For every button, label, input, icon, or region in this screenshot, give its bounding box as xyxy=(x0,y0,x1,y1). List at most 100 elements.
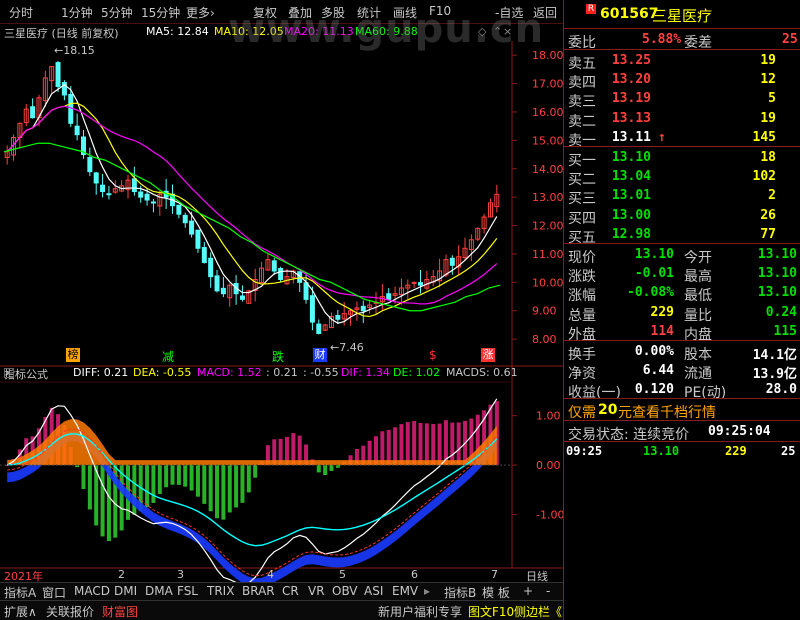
macd-bar xyxy=(316,465,321,473)
bid-price: 13.01 xyxy=(611,188,651,204)
candle-body xyxy=(449,257,455,266)
tick-time: 09:25 xyxy=(566,444,603,458)
macd-bar xyxy=(145,465,150,508)
macd-bar xyxy=(215,465,220,519)
macd-bar xyxy=(189,465,194,491)
candle-body xyxy=(87,157,93,173)
tab-brar[interactable]: BRAR xyxy=(242,584,275,598)
macd-bar xyxy=(81,465,86,490)
bid-row: 买二 13.04 102 xyxy=(564,167,800,188)
chart-area[interactable]: 18.00 17.00 16.00 15.00 14.00 13.00 12.00 11.00… xyxy=(0,24,563,582)
candle-body xyxy=(418,282,424,286)
candle-body xyxy=(271,260,277,272)
quote-value: 114 xyxy=(650,323,674,339)
dif-label: DIF: 1.34 xyxy=(341,366,390,379)
quote-row: 总量 229 量比 0.24 xyxy=(564,303,800,324)
tab-asi[interactable]: ASI xyxy=(364,584,383,598)
macd-bar xyxy=(412,420,417,466)
v2-label: : -0.55 xyxy=(303,366,339,379)
time-axis: 2021年 2 3 4 5 6 7 日线 xyxy=(0,568,563,583)
add-tab-button[interactable]: + xyxy=(523,584,533,598)
tabs-scroll-icon[interactable]: ▸ xyxy=(424,584,430,598)
tab-template[interactable]: 模 板 xyxy=(482,584,510,601)
stock-header: R 601567 三星医疗 xyxy=(564,4,800,28)
tab-fsl[interactable]: FSL xyxy=(177,584,198,598)
tab-trix[interactable]: TRIX xyxy=(207,584,234,598)
bid-volume: 102 xyxy=(752,169,776,185)
macd-label: MACD: 1.52 xyxy=(197,366,262,379)
wealth-chart-button[interactable]: 财富图 xyxy=(102,603,138,620)
tab-indicator-a[interactable]: 指标A xyxy=(4,584,36,601)
quote-value: 229 xyxy=(650,304,674,320)
bid-volume: 77 xyxy=(760,226,776,242)
expand-button[interactable]: 扩展∧ xyxy=(4,603,37,620)
quote-row: 涨跌 -0.01 最高 13.10 xyxy=(564,264,800,285)
time-label-4: 4 xyxy=(267,568,274,581)
candle-body xyxy=(239,295,245,300)
tab-dmi[interactable]: DMI xyxy=(114,584,137,598)
time-label-2: 2 xyxy=(118,568,125,581)
price-tick-label: 17.00 xyxy=(532,78,563,91)
high-value: 18.15 xyxy=(63,44,95,57)
macds-label: MACDS: 0.61 xyxy=(446,366,518,379)
tab-window[interactable]: 窗口 xyxy=(42,584,66,601)
weibi-value: 5.88% xyxy=(642,32,682,47)
macd-bar xyxy=(393,427,398,466)
macd-bar xyxy=(208,465,213,512)
menu-1min[interactable]: 1分钟 xyxy=(61,4,93,21)
candle-body xyxy=(335,315,341,320)
related-quote-button[interactable]: 关联报价 xyxy=(46,603,94,620)
ma60-line xyxy=(3,142,501,312)
tab-emv[interactable]: EMV xyxy=(392,584,418,598)
price-tick-label: 11.00 xyxy=(532,248,563,261)
event-marker-jian[interactable]: 减 xyxy=(162,348,174,365)
candle-body xyxy=(30,106,36,119)
event-marker-bang[interactable]: 榜 xyxy=(66,348,80,362)
high-annotation: ←18.15 xyxy=(54,44,95,57)
tab-macd[interactable]: MACD xyxy=(74,584,110,598)
ask-volume: 145 xyxy=(752,129,776,145)
macd-bar xyxy=(164,465,169,488)
price-tick-label: 10.00 xyxy=(532,276,563,289)
menu-15min[interactable]: 15分钟 xyxy=(141,4,180,21)
ask-volume: 12 xyxy=(760,72,776,88)
sidebar-toggle-button[interactable]: 侧边栏《 xyxy=(514,603,562,620)
tab-vr[interactable]: VR xyxy=(308,584,325,598)
fund-row: 换手 0.00% 股本 14.1亿 xyxy=(564,342,800,363)
macd-bar xyxy=(195,465,200,497)
candle-body xyxy=(74,125,80,136)
v1-label: : 0.21 xyxy=(266,366,298,379)
menu-more[interactable]: 更多› xyxy=(186,4,215,21)
candle-body xyxy=(303,282,309,300)
macd-tick-label: -1.00 xyxy=(536,509,563,522)
macd-bar xyxy=(87,465,92,510)
new-user-promo-link[interactable]: 新用户福利专享 xyxy=(378,603,462,620)
event-marker-cai[interactable]: 财 xyxy=(313,348,327,362)
price-tick-label: 12.00 xyxy=(532,220,563,233)
menu-fenshi[interactable]: 分时 xyxy=(9,4,33,21)
quote-value: 115 xyxy=(773,323,797,339)
event-marker-die[interactable]: 跌 xyxy=(272,348,284,365)
candle-body xyxy=(189,220,195,235)
event-marker-zhang[interactable]: 涨 xyxy=(481,348,495,362)
menu-5min[interactable]: 5分钟 xyxy=(101,4,133,21)
low-value: 7.46 xyxy=(339,341,364,354)
tab-indicator-b[interactable]: 指标B xyxy=(444,584,476,601)
price-tick-label: 15.00 xyxy=(532,134,563,147)
low-annotation: ←7.46 xyxy=(330,341,364,354)
candle-body xyxy=(208,257,214,278)
promo-row[interactable]: 仅需 20 元查看千档行情 xyxy=(564,400,800,421)
promo-text-3: 元查看千档行情 xyxy=(618,405,716,421)
tab-dma[interactable]: DMA xyxy=(145,584,173,598)
event-marker-dollar[interactable]: $ xyxy=(429,348,437,362)
graphic-f10-button[interactable]: 图文F10 xyxy=(468,603,514,620)
indicator-expand-icon[interactable]: ▸ xyxy=(4,368,14,378)
candle-body xyxy=(138,191,144,198)
promo-text-2: 20 xyxy=(598,402,618,418)
candle-body xyxy=(220,287,226,295)
tick-count: 25 xyxy=(781,444,796,458)
tab-obv[interactable]: OBV xyxy=(332,584,358,598)
indicator-header: 指标公式 DIFF: 0.21 DEA: -0.55 MACD: 1.52 : … xyxy=(0,366,518,381)
remove-tab-button[interactable]: - xyxy=(546,584,550,598)
tab-cr[interactable]: CR xyxy=(282,584,299,598)
